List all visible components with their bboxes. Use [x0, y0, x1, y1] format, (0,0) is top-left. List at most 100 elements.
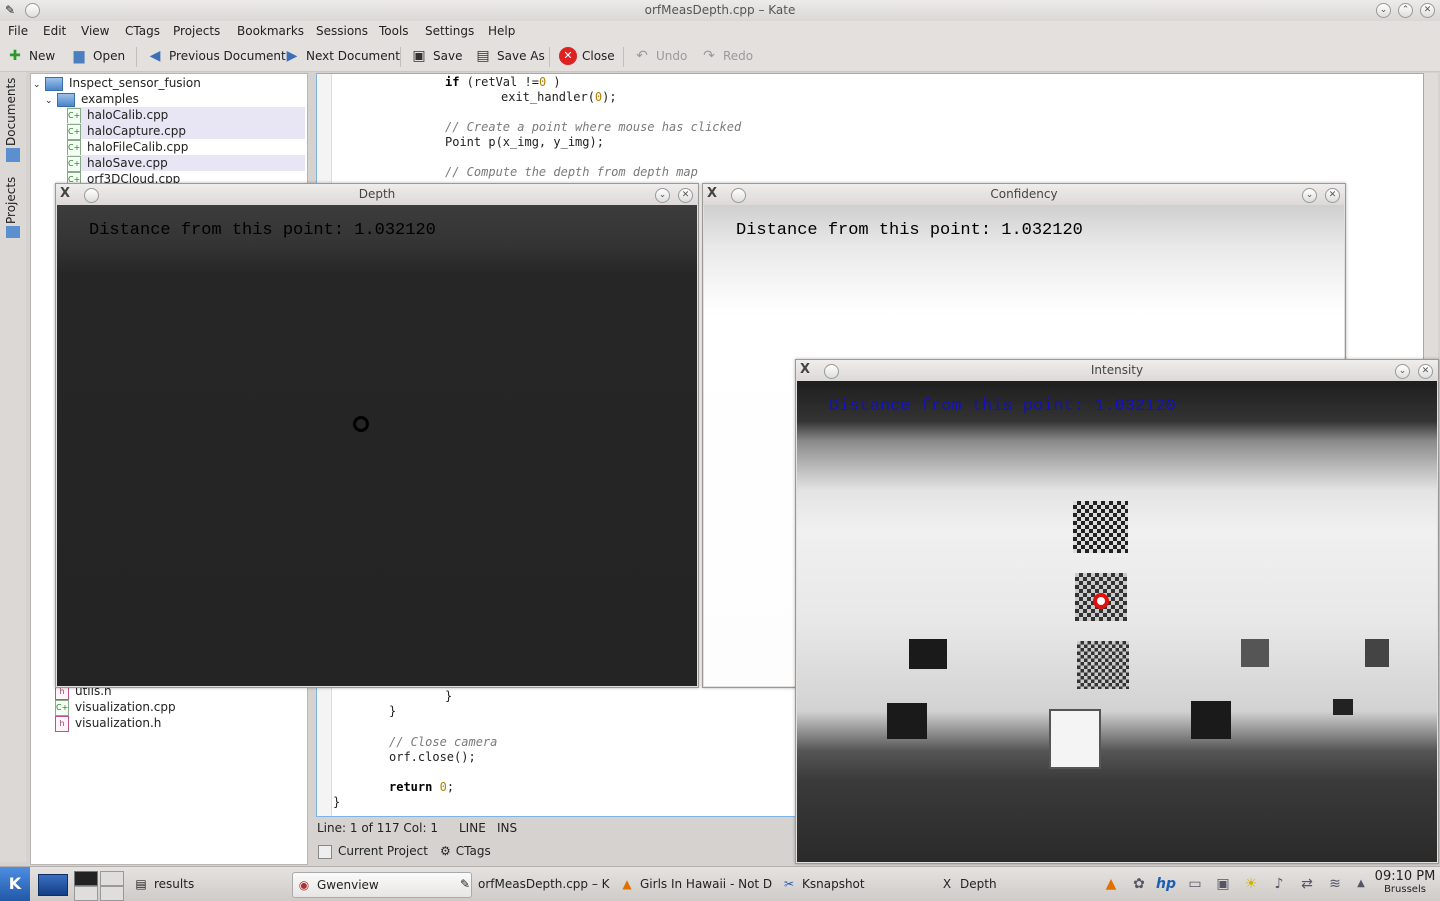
- depth-title-bar[interactable]: X Depth ⌄ ✕: [56, 184, 698, 205]
- close-window-button[interactable]: ✕: [678, 188, 693, 203]
- minimize-button[interactable]: ⌄: [1302, 188, 1317, 203]
- volume-tray-icon[interactable]: ♪: [1270, 875, 1288, 893]
- menu-ctags[interactable]: CTags: [125, 24, 160, 38]
- arrow-right-icon: ▶: [286, 48, 298, 64]
- save-as-button[interactable]: ▤ Save As: [474, 47, 544, 65]
- redo-button[interactable]: ↷ Redo: [700, 47, 753, 65]
- package-tray-icon[interactable]: ✿: [1130, 875, 1148, 893]
- tree-item-file[interactable]: C+ haloCapture.cpp: [67, 123, 305, 140]
- confidency-title-bar[interactable]: X Confidency ⌄ ✕: [703, 184, 1345, 205]
- tree-item-file[interactable]: C+ haloFileCalib.cpp: [67, 139, 188, 156]
- next-document-button[interactable]: ▶ Next Document: [283, 47, 400, 65]
- toolbar-separator: [400, 47, 401, 67]
- intensity-title-bar[interactable]: X Intensity ⌄ ✕: [796, 360, 1438, 381]
- menu-view[interactable]: View: [81, 24, 109, 38]
- device-tray-icon[interactable]: ▭: [1186, 875, 1204, 893]
- hp-tray-icon[interactable]: hp: [1156, 875, 1176, 893]
- confidency-window-title: Confidency: [990, 187, 1058, 201]
- menu-bookmarks[interactable]: Bookmarks: [237, 24, 304, 38]
- folder-icon: [57, 92, 75, 107]
- tab-projects[interactable]: Projects: [4, 172, 22, 224]
- save-button[interactable]: ▣ Save: [410, 47, 462, 65]
- menu-sessions[interactable]: Sessions: [316, 24, 368, 38]
- menu-file[interactable]: File: [8, 24, 28, 38]
- menu-help[interactable]: Help: [488, 24, 515, 38]
- network-tray-icon[interactable]: ⇄: [1298, 875, 1316, 893]
- open-folder-icon: ▆: [73, 48, 85, 64]
- depth-image[interactable]: Distance from this point: 1.032120: [57, 205, 697, 686]
- open-button[interactable]: ▆ Open: [70, 47, 125, 65]
- tree-item-file[interactable]: C+ haloSave.cpp: [67, 155, 305, 172]
- kate-title-bar: ✎ orfMeasDepth.cpp – Kate ⌄ ⌃ ✕: [0, 0, 1440, 22]
- tree-item-file[interactable]: h visualization.h: [55, 715, 161, 732]
- clock-city: Brussels: [1384, 884, 1426, 895]
- task-vlc[interactable]: ▲ Girls In Hawaii - Not D: [616, 872, 790, 896]
- window-block: [909, 639, 947, 669]
- minimize-button[interactable]: ⌄: [1376, 3, 1391, 18]
- insert-mode[interactable]: INS: [497, 821, 517, 835]
- click-point-marker: [1093, 593, 1109, 609]
- distance-label: Distance from this point: 1.032120: [829, 397, 1176, 416]
- tray-expand-icon[interactable]: ▲: [1352, 875, 1370, 893]
- klipper-tray-icon[interactable]: ▣: [1214, 875, 1232, 893]
- close-window-button[interactable]: ✕: [1420, 3, 1435, 18]
- project-icon: [318, 844, 332, 859]
- code-line: return 0;: [389, 780, 455, 794]
- new-button[interactable]: ✚ New: [6, 47, 55, 65]
- menu-bar: File Edit View CTags Projects Bookmarks …: [0, 21, 1440, 41]
- close-window-button[interactable]: ✕: [1418, 364, 1433, 379]
- tab-documents[interactable]: Documents: [4, 76, 22, 146]
- window-block: [1365, 639, 1389, 667]
- minimize-button[interactable]: ⌄: [1395, 364, 1410, 379]
- task-ksnapshot[interactable]: ✂ Ksnapshot: [778, 872, 952, 896]
- depth-window[interactable]: X Depth ⌄ ✕ Distance from this point: 1.…: [55, 183, 699, 688]
- clock-time: 09:10 PM: [1374, 869, 1436, 884]
- tree-item-project[interactable]: ⌄ Inspect_sensor_fusion: [33, 75, 201, 91]
- undo-icon: ↶: [636, 48, 648, 64]
- close-window-button[interactable]: ✕: [1325, 188, 1340, 203]
- menu-edit[interactable]: Edit: [43, 24, 66, 38]
- kde-menu-button[interactable]: K: [0, 867, 30, 901]
- tree-item-examples[interactable]: ⌄ examples: [45, 91, 139, 107]
- previous-document-button[interactable]: ◀ Previous Document: [146, 47, 286, 65]
- pager-desktop-2[interactable]: [100, 871, 124, 886]
- tree-item-file[interactable]: C+ visualization.cpp: [55, 699, 176, 716]
- task-depth[interactable]: X Depth: [936, 872, 1114, 896]
- intensity-window[interactable]: X Intensity ⌄ ✕ Distance from this point…: [795, 359, 1439, 864]
- folder-icon: [45, 76, 63, 91]
- menu-projects[interactable]: Projects: [173, 24, 220, 38]
- task-results[interactable]: ▤ results: [130, 872, 304, 896]
- tab-ctags[interactable]: ⚙ CTags: [440, 844, 491, 858]
- tab-current-project[interactable]: Current Project: [318, 844, 428, 859]
- show-desktop-icon[interactable]: [38, 874, 68, 896]
- vlc-tray-icon[interactable]: ▲: [1102, 875, 1120, 893]
- pager-desktop-1[interactable]: [74, 871, 98, 886]
- task-kate[interactable]: ✎ orfMeasDepth.cpp – K: [454, 872, 628, 896]
- lightbulb-tray-icon[interactable]: ☀: [1242, 875, 1260, 893]
- wifi-tray-icon[interactable]: ≋: [1326, 875, 1344, 893]
- intensity-image[interactable]: Distance from this point: 1.032120: [797, 381, 1437, 862]
- menu-settings[interactable]: Settings: [425, 24, 474, 38]
- minimize-button[interactable]: ⌄: [655, 188, 670, 203]
- maximize-button[interactable]: ⌃: [1398, 3, 1413, 18]
- new-document-icon: ✚: [9, 48, 21, 64]
- intensity-window-title: Intensity: [1090, 363, 1144, 377]
- cpp-file-icon: C+: [67, 139, 81, 156]
- clock[interactable]: 09:10 PM Brussels: [1372, 869, 1438, 895]
- expand-arrow-icon: ⌄: [33, 80, 41, 90]
- code-line: }: [445, 689, 453, 703]
- code-line: // Close camera: [389, 735, 498, 749]
- code-line: }: [389, 704, 397, 718]
- close-document-button[interactable]: ✕ Close: [559, 47, 615, 65]
- task-gwenview[interactable]: ◉ Gwenview: [292, 872, 472, 898]
- undo-button[interactable]: ↶ Undo: [633, 47, 687, 65]
- pager-desktop-3[interactable]: [74, 886, 98, 901]
- menu-tools[interactable]: Tools: [379, 24, 409, 38]
- pager-desktop-4[interactable]: [100, 886, 124, 901]
- code-line: if (retVal !=0 ): [445, 75, 561, 89]
- redo-icon: ↷: [703, 48, 715, 64]
- selection-mode[interactable]: LINE: [459, 821, 486, 835]
- gwenview-icon: ◉: [298, 878, 310, 892]
- distance-label: Distance from this point: 1.032120: [736, 221, 1083, 240]
- tree-item-file[interactable]: C+ haloCalib.cpp: [67, 107, 305, 124]
